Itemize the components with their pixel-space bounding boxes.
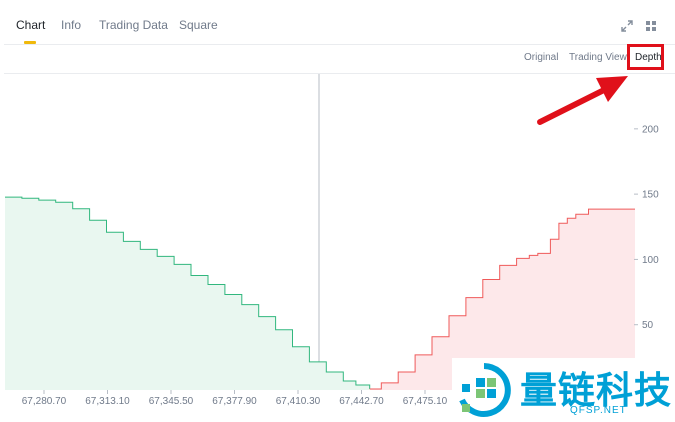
x-tick-label: 67,410.30 xyxy=(276,396,321,407)
x-tick-label: 67,345.50 xyxy=(149,396,194,407)
watermark-logo: 量链科技 QFSP.NET xyxy=(452,358,675,422)
x-tick-label: 67,313.10 xyxy=(85,396,130,407)
x-tick-label: 67,280.70 xyxy=(22,396,67,407)
annotation-arrow xyxy=(537,76,628,125)
x-tick-label: 67,377.90 xyxy=(212,396,257,407)
x-tick-label: 67,475.10 xyxy=(403,396,448,407)
y-tick-label: 100 xyxy=(642,255,659,266)
bid-depth-area xyxy=(5,197,370,390)
watermark-emblem xyxy=(459,363,511,417)
y-tick-label: 200 xyxy=(642,124,659,135)
watermark-subtitle: QFSP.NET xyxy=(570,405,627,416)
y-tick-label: 50 xyxy=(642,320,654,331)
y-tick-label: 150 xyxy=(642,190,659,201)
x-tick-label: 67,442.70 xyxy=(339,396,384,407)
